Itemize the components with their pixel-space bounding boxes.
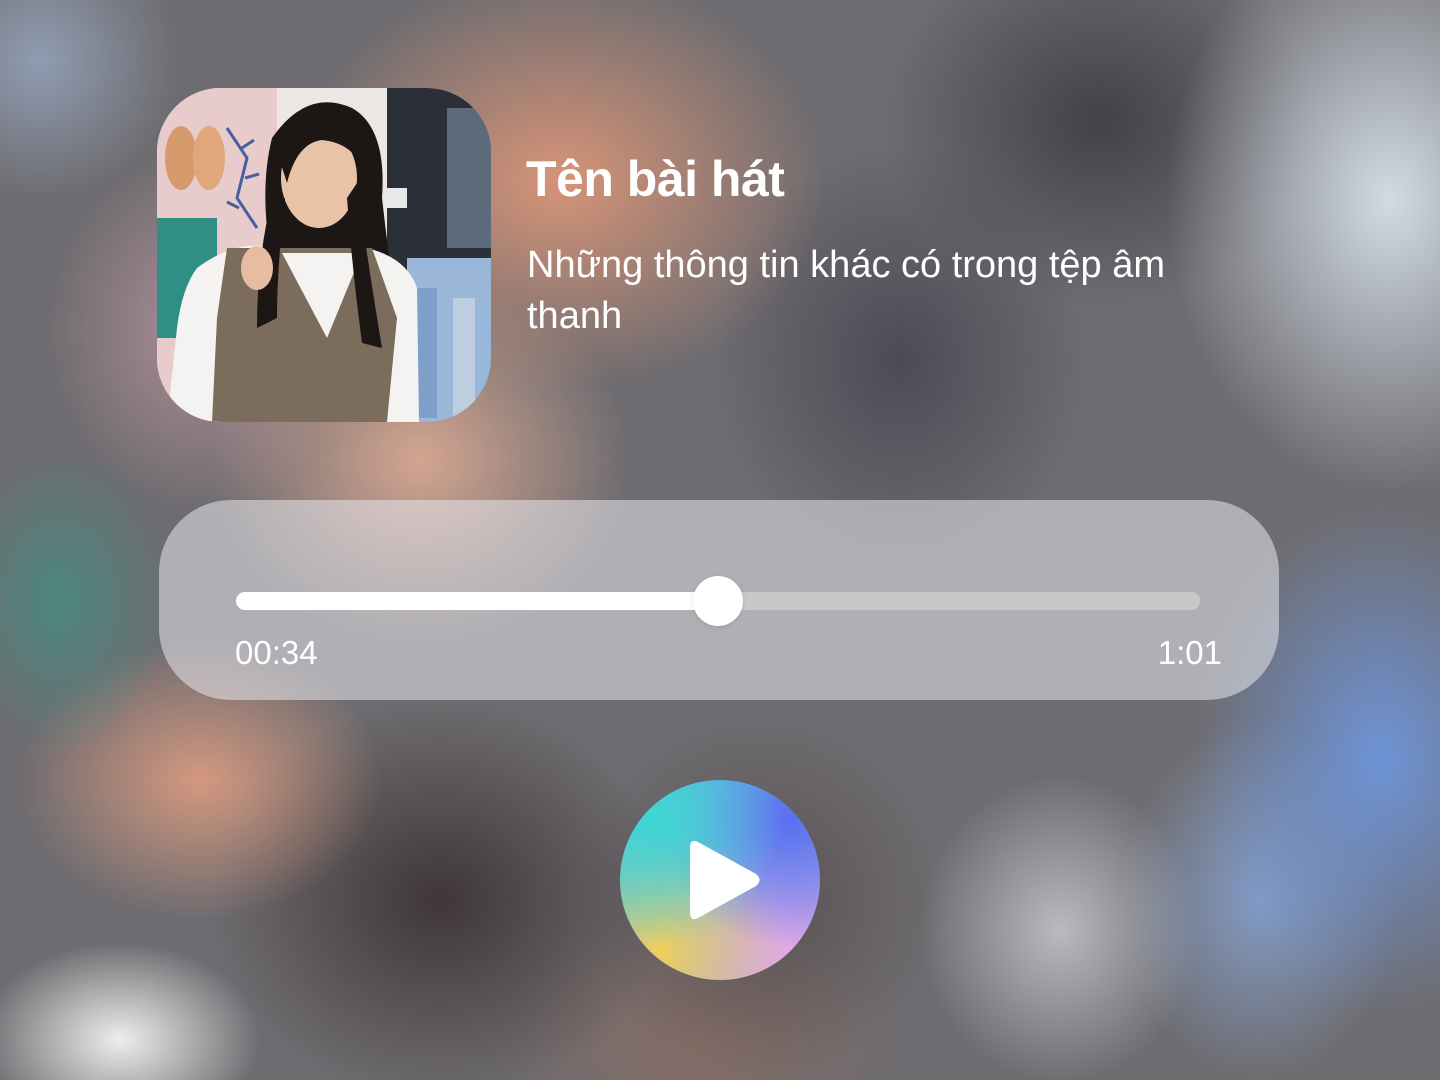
song-metadata: Những thông tin khác có trong tệp âm tha… — [527, 244, 1166, 337]
play-icon — [690, 840, 760, 920]
total-duration: 1:01 — [1157, 634, 1222, 671]
song-title: Tên bài hát — [526, 151, 785, 207]
progress-thumb[interactable] — [693, 576, 743, 626]
progress-panel: 00:34 1:01 — [159, 500, 1279, 700]
progress-fill — [236, 592, 718, 610]
elapsed-time: 00:34 — [235, 634, 318, 671]
progress-bar[interactable] — [236, 576, 1200, 626]
play-button[interactable] — [620, 780, 820, 980]
album-cover-image — [157, 88, 491, 422]
